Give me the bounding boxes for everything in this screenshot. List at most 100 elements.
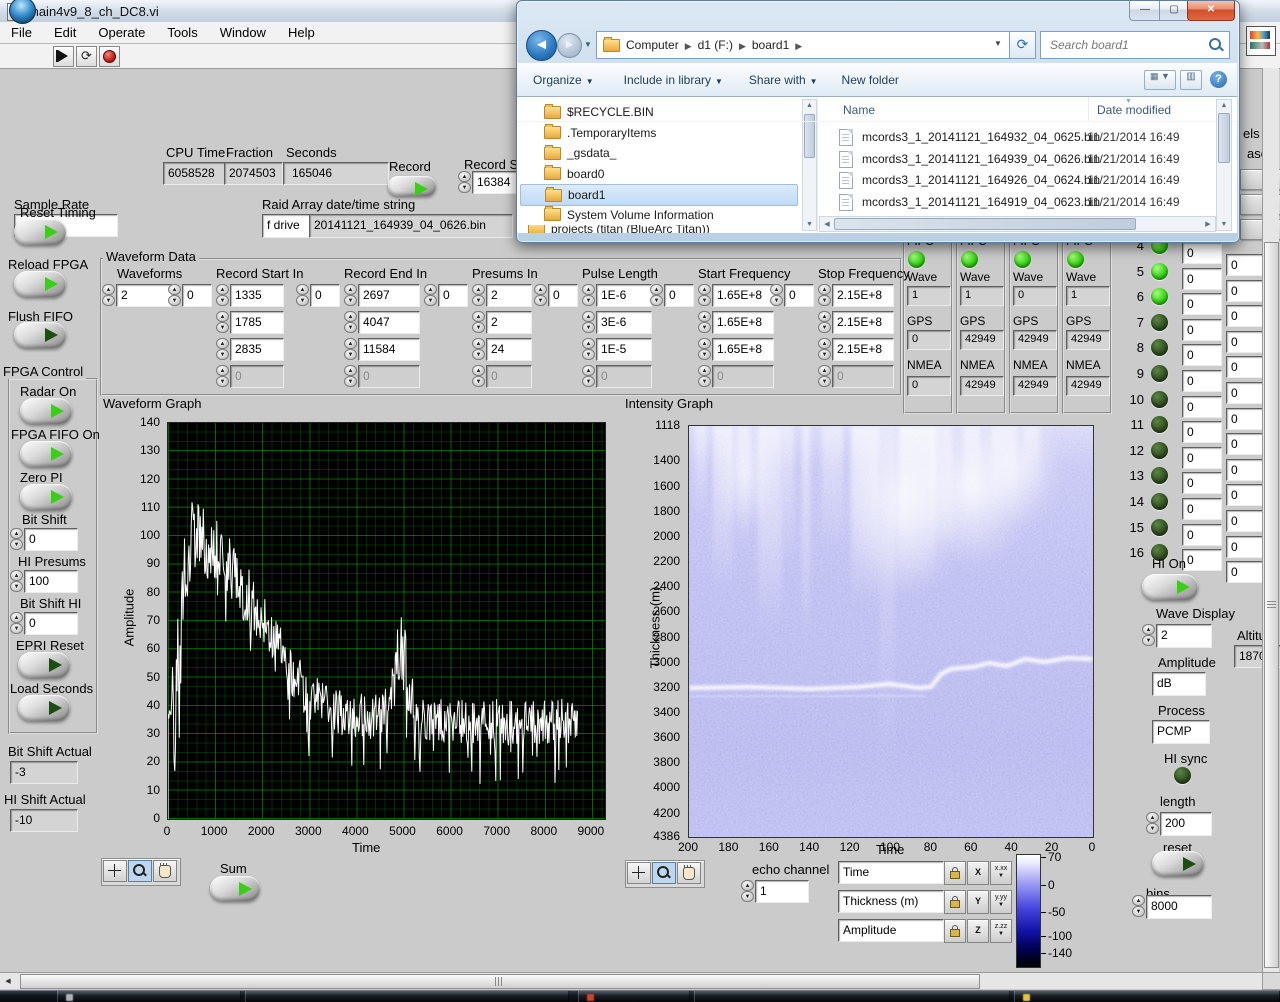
refresh-button[interactable]: ⟳	[1009, 31, 1036, 59]
reload-fpga-button[interactable]	[14, 271, 66, 297]
channel-input-11[interactable]: 0	[1182, 421, 1222, 444]
value-spinner[interactable]	[818, 338, 831, 361]
column-header-date-modified[interactable]: Date modified	[1097, 103, 1171, 117]
intensity-plot[interactable]	[688, 425, 1094, 838]
value-spinner[interactable]	[344, 365, 357, 388]
channel-input-b-15[interactable]: 0	[1226, 535, 1264, 558]
waveforms-input[interactable]: 2	[116, 284, 172, 307]
taskbar-button[interactable]	[578, 991, 690, 1002]
reset-timing-button[interactable]	[14, 219, 66, 245]
col-index-input[interactable]: 0	[310, 284, 340, 307]
forward-button[interactable]: ►	[557, 33, 582, 58]
bit-shift-hi-input[interactable]: 0	[24, 612, 78, 635]
col-index-spinner[interactable]	[534, 284, 547, 307]
cmd-organize[interactable]: Organize ▼	[533, 73, 594, 87]
value-spinner[interactable]	[698, 311, 711, 334]
channel-input-b-8[interactable]: 0	[1226, 356, 1264, 379]
channel-input-b-16[interactable]: 0	[1226, 561, 1264, 584]
value-spinner[interactable]	[698, 284, 711, 307]
start-frequency-value[interactable]: 1.65E+8	[712, 338, 774, 361]
reset-button[interactable]	[1152, 851, 1204, 876]
tree-item-board0[interactable]: board0	[520, 164, 796, 184]
help-icon[interactable]: ?	[1210, 71, 1227, 88]
bit-shift-spinner[interactable]	[10, 528, 23, 551]
format-y-icon[interactable]: y.yy ▼	[990, 890, 1012, 914]
tree-item-board1[interactable]: board1	[520, 184, 798, 206]
breadcrumb-item[interactable]: Computer	[626, 38, 679, 52]
col-index-input[interactable]: 0	[182, 284, 212, 307]
file-row[interactable]: mcords3_1_20141121_164926_04_0624.bin 11/…	[835, 171, 1215, 191]
preview-pane-icon[interactable]: ▥	[1180, 69, 1202, 90]
channel-input-10[interactable]: 0	[1182, 395, 1222, 418]
history-dropdown-icon[interactable]: ▼	[584, 40, 592, 49]
stop-frequency-value[interactable]: 2.15E+8	[832, 284, 894, 307]
hi-presums-input[interactable]: 100	[24, 570, 78, 593]
value-spinner[interactable]	[818, 365, 831, 388]
value-spinner[interactable]	[472, 284, 485, 307]
col-index-spinner[interactable]	[424, 284, 437, 307]
taskbar-button[interactable]	[1014, 991, 1280, 1002]
taskbar-button[interactable]	[694, 991, 1010, 1002]
col-index-spinner[interactable]	[650, 284, 663, 307]
color-ramp[interactable]	[1016, 854, 1041, 968]
channel-input-7[interactable]: 0	[1182, 318, 1222, 341]
tree-item-recyclebin[interactable]: $RECYCLE.BIN	[520, 102, 796, 122]
breadcrumb-dropdown-icon[interactable]: ▼	[994, 39, 1002, 48]
channel-input-b-13[interactable]: 0	[1226, 484, 1264, 507]
flush-fifo-button[interactable]	[14, 322, 66, 348]
bins-spinner[interactable]	[1132, 895, 1145, 918]
bit-shift-hi-spinner[interactable]	[10, 612, 23, 635]
breadcrumb[interactable]: Computer ▶ d1 (F:) ▶ board1 ▶	[596, 31, 1010, 59]
menu-operate[interactable]: Operate	[87, 25, 156, 40]
axis-y-icon[interactable]: Y	[967, 890, 989, 914]
value-spinner[interactable]	[344, 311, 357, 334]
value-spinner[interactable]	[818, 311, 831, 334]
channel-input-14[interactable]: 0	[1182, 498, 1222, 520]
menu-window[interactable]: Window	[209, 25, 277, 40]
start-frequency-value[interactable]: 1.65E+8	[712, 311, 774, 334]
pulse-length-value[interactable]: 1E-5	[596, 338, 652, 361]
tree-item-temporaryitems[interactable]: .TemporaryItems	[520, 123, 796, 143]
format-z-icon[interactable]: z.zz ▼	[990, 919, 1012, 943]
waveform-plot[interactable]	[167, 422, 606, 820]
breadcrumb-separator-icon[interactable]: ▶	[733, 41, 752, 51]
value-spinner[interactable]	[216, 365, 229, 388]
value-spinner[interactable]	[582, 311, 595, 334]
value-spinner[interactable]	[698, 338, 711, 361]
crosshair-tool-icon[interactable]	[103, 860, 127, 882]
cmd-include-in-library[interactable]: Include in library ▼	[624, 73, 723, 87]
value-spinner[interactable]	[698, 365, 711, 388]
col-index-input[interactable]: 0	[664, 284, 694, 307]
taskbar-button[interactable]	[245, 991, 569, 1002]
length-input[interactable]: 200	[1160, 812, 1212, 836]
value-spinner[interactable]	[216, 338, 229, 361]
start-frequency-value[interactable]: 1.65E+8	[712, 284, 774, 307]
value-spinner[interactable]	[582, 338, 595, 361]
channel-input-9[interactable]: 0	[1182, 370, 1222, 392]
cmd-share-with[interactable]: Share with ▼	[749, 73, 818, 87]
pan-tool-icon[interactable]	[153, 860, 177, 882]
process-select[interactable]: PCMP	[1152, 720, 1210, 744]
channel-input-4[interactable]: 0	[1182, 242, 1222, 264]
pan-tool-icon[interactable]	[677, 862, 701, 884]
fpga-fifo-on-button[interactable]	[20, 441, 72, 467]
raid-drive-input[interactable]: f drive	[262, 214, 310, 238]
channel-input-13[interactable]: 0	[1182, 472, 1222, 495]
wave-display-input[interactable]: 2	[1156, 624, 1212, 648]
channel-input-5[interactable]: 0	[1182, 267, 1222, 290]
col-index-input[interactable]: 0	[438, 284, 468, 307]
horizontal-scrollbar[interactable]: ◀	[0, 972, 1262, 989]
channel-input-b-11[interactable]: 0	[1226, 433, 1264, 456]
run-continuous-button[interactable]: ⟳	[76, 46, 97, 67]
menu-tools[interactable]: Tools	[156, 25, 208, 40]
stop-frequency-value[interactable]: 2.15E+8	[832, 338, 894, 361]
stop-frequency-value[interactable]: 2.15E+8	[832, 311, 894, 334]
sum-button[interactable]	[210, 876, 260, 901]
search-input[interactable]: Search board1	[1040, 31, 1230, 59]
taskbar-button[interactable]	[57, 991, 241, 1002]
axis-z-icon[interactable]: Z	[967, 919, 989, 943]
channel-input-b-7[interactable]: 0	[1226, 330, 1264, 353]
echo-channel-spinner[interactable]	[741, 880, 754, 903]
format-x-icon[interactable]: x.xx ▼	[990, 861, 1012, 885]
lock-icon[interactable]	[944, 919, 966, 943]
